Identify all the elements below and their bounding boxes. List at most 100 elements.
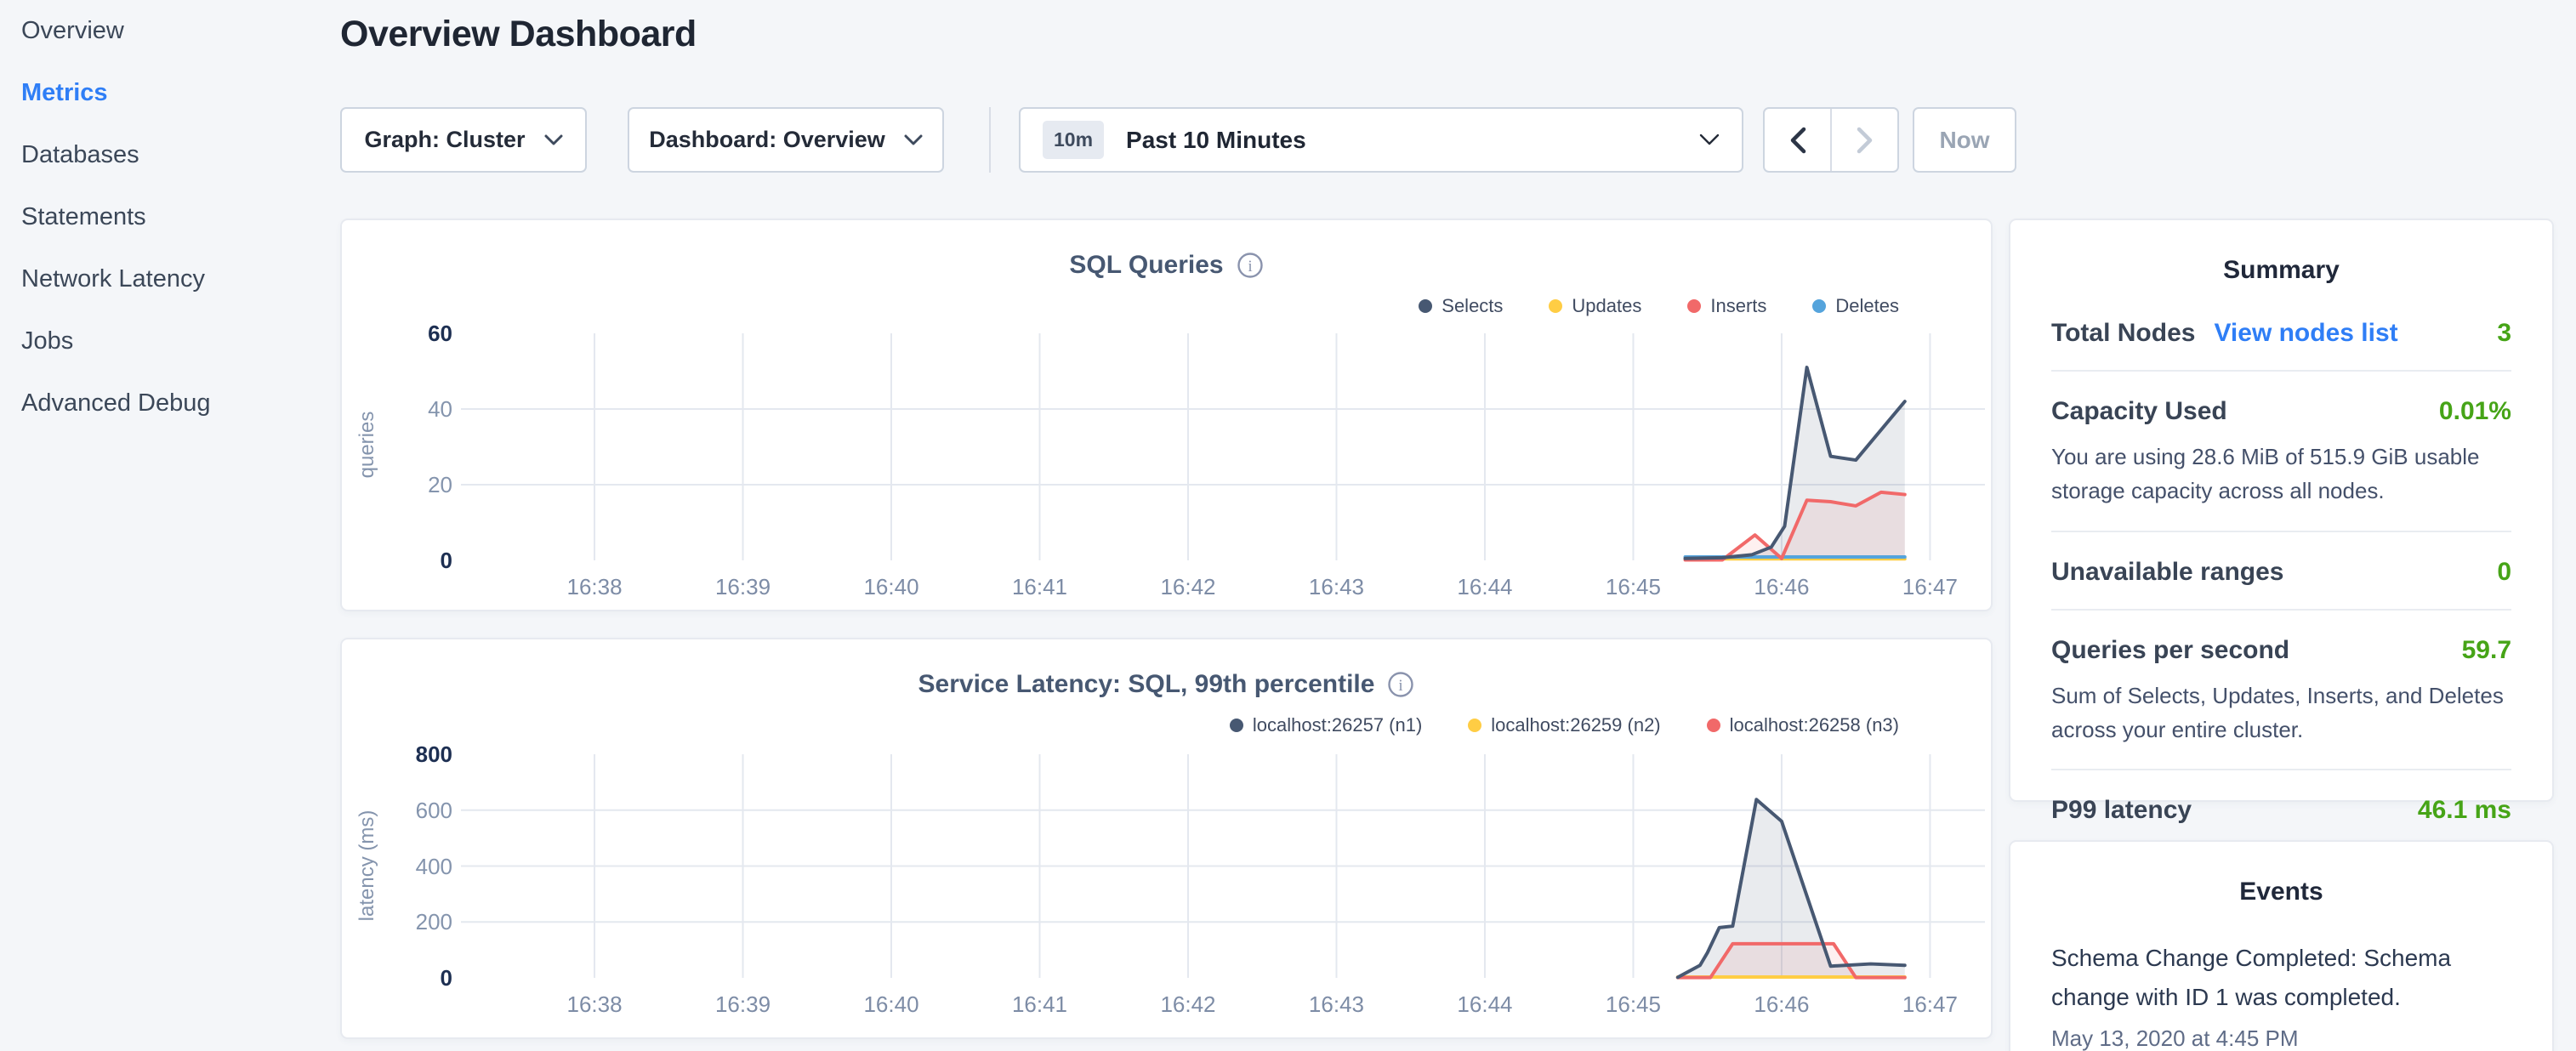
- y-tick-label: 800: [342, 741, 452, 768]
- prev-range-button[interactable]: [1765, 109, 1830, 171]
- x-tick-label: 16:47: [1879, 574, 1981, 600]
- time-range-arrows: [1763, 107, 1899, 173]
- chevron-down-icon: [1699, 134, 1720, 146]
- summary-row-capacity: Capacity Used 0.01% You are using 28.6 M…: [2051, 372, 2511, 532]
- legend-item-n3[interactable]: localhost:26258 (n3): [1707, 714, 1899, 736]
- x-tick-label: 16:42: [1137, 991, 1239, 1018]
- legend-label: Inserts: [1710, 295, 1766, 317]
- summary-row-unavailable-ranges: Unavailable ranges 0: [2051, 532, 2511, 611]
- events-title: Events: [2010, 842, 2552, 906]
- capacity-used-description: You are using 28.6 MiB of 515.9 GiB usab…: [2051, 440, 2511, 508]
- x-tick-label: 16:46: [1731, 991, 1833, 1018]
- summary-row-qps: Queries per second 59.7 Sum of Selects, …: [2051, 611, 2511, 771]
- x-tick-label: 16:38: [543, 991, 645, 1018]
- x-tick-label: 16:41: [989, 991, 1091, 1018]
- legend-dot: [1419, 299, 1432, 313]
- p99-latency-value: 46.1 ms: [2418, 796, 2511, 825]
- info-icon[interactable]: i: [1237, 252, 1264, 279]
- capacity-used-value: 0.01%: [2439, 397, 2511, 426]
- y-tick-label: 0: [342, 548, 452, 574]
- sidebar-item-advanced-debug[interactable]: Advanced Debug: [21, 390, 211, 416]
- unavailable-ranges-label: Unavailable ranges: [2051, 558, 2283, 587]
- chart-title: Service Latency: SQL, 99th percentile: [918, 670, 1375, 699]
- service-latency-chart-card: Service Latency: SQL, 99th percentile i …: [340, 638, 1993, 1039]
- qps-label: Queries per second: [2051, 636, 2289, 665]
- x-tick-label: 16:41: [989, 574, 1091, 600]
- x-tick-label: 16:40: [840, 574, 942, 600]
- y-tick-label: 0: [342, 965, 452, 991]
- y-tick-label: 20: [342, 472, 452, 498]
- sidebar-item-jobs[interactable]: Jobs: [21, 328, 211, 354]
- x-tick-label: 16:40: [840, 991, 942, 1018]
- qps-description: Sum of Selects, Updates, Inserts, and De…: [2051, 679, 2511, 747]
- legend-item-n2[interactable]: localhost:26259 (n2): [1468, 714, 1660, 736]
- sidebar: Overview Metrics Databases Statements Ne…: [21, 18, 211, 416]
- legend-item-updates[interactable]: Updates: [1549, 295, 1641, 317]
- x-tick-label: 16:43: [1285, 991, 1387, 1018]
- x-tick-label: 16:47: [1879, 991, 1981, 1018]
- legend-dot: [1687, 299, 1701, 313]
- sidebar-item-statements[interactable]: Statements: [21, 204, 211, 230]
- summary-row-total-nodes: Total Nodes View nodes list 3: [2051, 293, 2511, 372]
- legend-dot: [1707, 719, 1720, 732]
- legend-label: Updates: [1572, 295, 1641, 317]
- x-tick-label: 16:44: [1434, 991, 1536, 1018]
- legend-dot: [1812, 299, 1826, 313]
- sidebar-item-network-latency[interactable]: Network Latency: [21, 266, 211, 292]
- legend-item-n1[interactable]: localhost:26257 (n1): [1230, 714, 1422, 736]
- x-tick-label: 16:45: [1582, 574, 1684, 600]
- svg-text:i: i: [1248, 258, 1252, 276]
- summary-title: Summary: [2010, 220, 2552, 285]
- x-tick-label: 16:45: [1582, 991, 1684, 1018]
- y-axis-label: queries: [355, 317, 379, 572]
- x-tick-label: 16:38: [543, 574, 645, 600]
- total-nodes-label: Total Nodes: [2051, 319, 2195, 348]
- time-window-select[interactable]: 10m Past 10 Minutes: [1019, 107, 1743, 173]
- sidebar-item-metrics[interactable]: Metrics: [21, 80, 211, 105]
- now-button-label: Now: [1939, 127, 1989, 154]
- chart-title: SQL Queries: [1069, 251, 1223, 280]
- time-window-badge: 10m: [1043, 121, 1104, 159]
- next-range-button[interactable]: [1832, 109, 1897, 171]
- legend-item-deletes[interactable]: Deletes: [1812, 295, 1899, 317]
- legend-label: Selects: [1442, 295, 1503, 317]
- legend-label: Deletes: [1835, 295, 1899, 317]
- legend-label: localhost:26257 (n1): [1253, 714, 1422, 736]
- legend-dot: [1549, 299, 1562, 313]
- unavailable-ranges-value: 0: [2497, 558, 2511, 587]
- sidebar-item-overview[interactable]: Overview: [21, 18, 211, 43]
- svg-text:i: i: [1399, 677, 1403, 695]
- events-panel: Events Schema Change Completed: Schema c…: [2009, 840, 2554, 1051]
- legend-dot: [1468, 719, 1481, 732]
- plot-svg: [461, 333, 1985, 560]
- y-tick-label: 400: [342, 854, 452, 880]
- x-tick-label: 16:43: [1285, 574, 1387, 600]
- event-text: Schema Change Completed: Schema change w…: [2051, 939, 2511, 1017]
- event-list-item[interactable]: Schema Change Completed: Schema change w…: [2010, 906, 2552, 1051]
- chevron-down-icon: [544, 134, 563, 146]
- y-tick-label: 600: [342, 798, 452, 824]
- capacity-used-label: Capacity Used: [2051, 397, 2227, 426]
- chevron-left-icon: [1788, 126, 1807, 155]
- legend-item-inserts[interactable]: Inserts: [1687, 295, 1766, 317]
- sidebar-item-databases[interactable]: Databases: [21, 142, 211, 168]
- now-button[interactable]: Now: [1913, 107, 2016, 173]
- graph-type-dropdown-label: Graph: Cluster: [364, 127, 525, 153]
- time-window-label: Past 10 Minutes: [1126, 127, 1677, 154]
- page-title: Overview Dashboard: [340, 14, 697, 55]
- legend-item-selects[interactable]: Selects: [1419, 295, 1503, 317]
- legend-label: localhost:26258 (n3): [1730, 714, 1899, 736]
- graph-type-dropdown[interactable]: Graph: Cluster: [340, 107, 587, 173]
- info-icon[interactable]: i: [1387, 671, 1414, 698]
- x-tick-label: 16:39: [692, 574, 794, 600]
- x-tick-label: 16:42: [1137, 574, 1239, 600]
- y-tick-label: 40: [342, 396, 452, 423]
- x-tick-label: 16:44: [1434, 574, 1536, 600]
- y-tick-label: 200: [342, 909, 452, 935]
- event-timestamp: May 13, 2020 at 4:45 PM: [2051, 1025, 2511, 1051]
- view-nodes-list-link[interactable]: View nodes list: [2214, 319, 2397, 348]
- plot-svg: [461, 754, 1985, 978]
- dashboard-dropdown[interactable]: Dashboard: Overview: [628, 107, 944, 173]
- x-tick-label: 16:39: [692, 991, 794, 1018]
- x-tick-label: 16:46: [1731, 574, 1833, 600]
